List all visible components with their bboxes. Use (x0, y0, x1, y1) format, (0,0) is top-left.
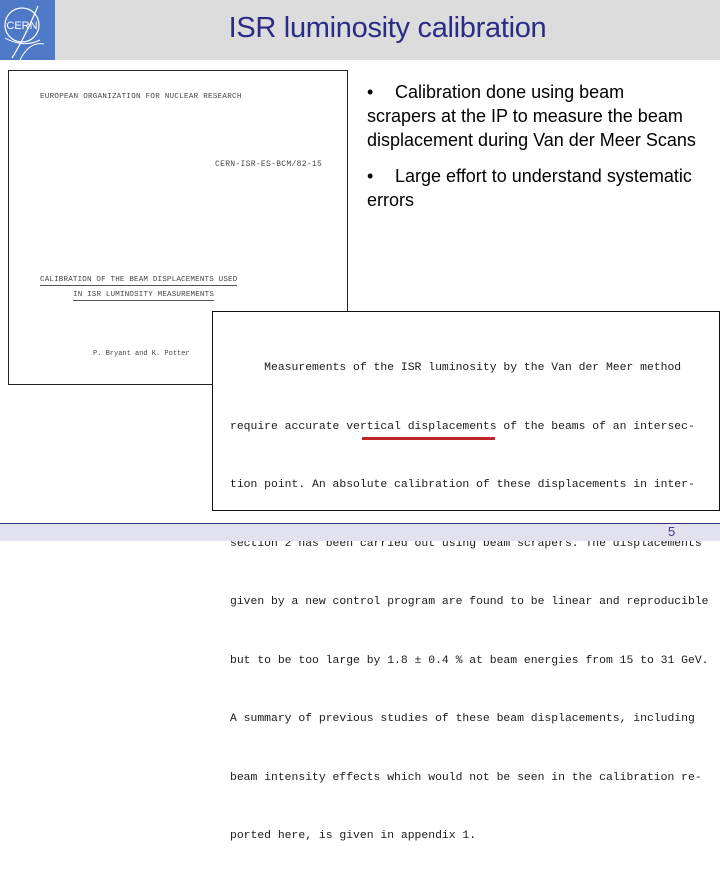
bullet-text: Calibration done using beam scrapers at … (367, 82, 696, 150)
bullet-marker: • (367, 82, 374, 102)
report-authors: P. Bryant and K. Potter (93, 350, 190, 358)
abstract-line: but to be too large by 1.8 ± 0.4 % at be… (230, 654, 709, 667)
page-number: 5 (668, 524, 676, 539)
abstract-excerpt-image: Measurements of the ISR luminosity by th… (212, 311, 720, 842)
abstract-line: beam intensity effects which would not b… (230, 771, 702, 784)
abstract-line: given by a new control program are found… (230, 596, 709, 608)
cern-logo: CERN (0, 0, 55, 60)
abstract-line: ported here, is given in appendix 1. (230, 830, 477, 842)
abstract-line: tion point. An absolute calibration of t… (230, 479, 695, 491)
report-title-line-1: CALIBRATION OF THE BEAM DISPLACEMENTS US… (40, 276, 238, 286)
bullet-marker: • (367, 166, 374, 186)
abstract-line: A summary of previous studies of these b… (230, 713, 695, 725)
bullet-item: • Calibration done using beam scrapers at… (367, 80, 697, 152)
slide-footer: 5 (0, 523, 720, 541)
abstract-line: require accurate vertical displacements … (230, 420, 695, 433)
abstract-text: Measurements of the ISR luminosity by th… (230, 320, 709, 886)
slide-header: CERN ISR luminosity calibration (0, 0, 720, 60)
bullet-item: • Large effort to understand systematic e… (367, 164, 697, 212)
report-title-line-2: IN ISR LUMINOSITY MEASUREMENTS (73, 291, 215, 301)
bullet-text: Large effort to understand systematic er… (367, 166, 692, 210)
bullet-list: • Calibration done using beam scrapers at… (367, 80, 697, 224)
report-number: CERN-ISR-ES-BCM/82-15 (215, 160, 323, 169)
abstract-line: Measurements of the ISR luminosity by th… (230, 362, 682, 374)
report-organization: EUROPEAN ORGANIZATION FOR NUCLEAR RESEAR… (40, 93, 242, 101)
cern-logo-text: CERN (6, 20, 37, 32)
cern-logo-icon: CERN (4, 5, 45, 60)
slide-title: ISR luminosity calibration (228, 12, 547, 44)
highlight-underline (362, 437, 495, 440)
